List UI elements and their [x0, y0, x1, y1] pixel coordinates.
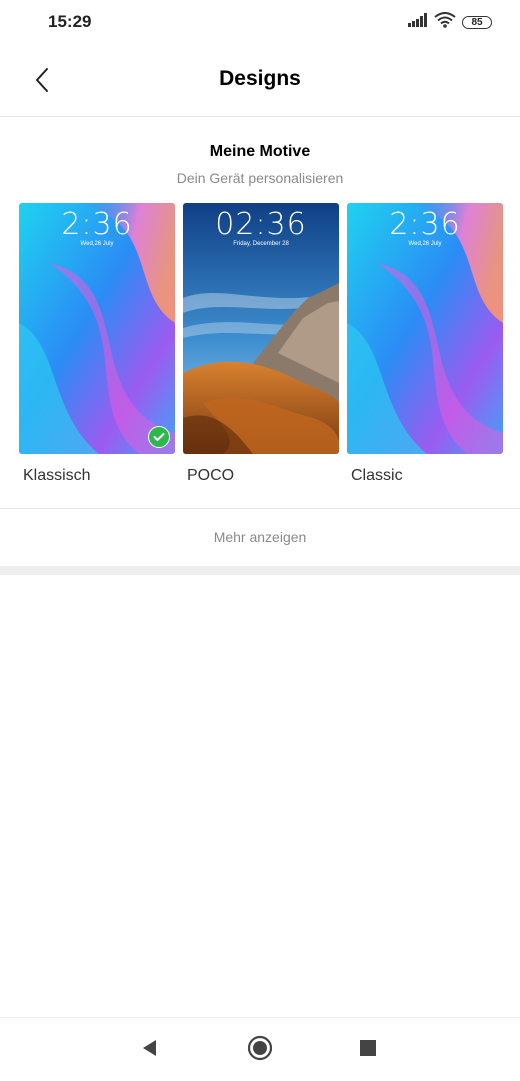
theme-thumbnail: 2:36 Wed,26 July [347, 203, 503, 454]
status-time: 15:29 [48, 12, 92, 31]
nav-home-button[interactable] [244, 1034, 276, 1066]
app-header: Designs [0, 44, 520, 117]
section-subtitle: Dein Gerät personalisieren [176, 170, 344, 186]
theme-list: 2:36 Wed,26 July Klassisch 02:36 Friday,… [19, 203, 503, 493]
status-icons: 85 [408, 11, 492, 33]
theme-card-klassisch[interactable]: 2:36 Wed,26 July Klassisch [19, 203, 175, 484]
square-recents-icon [360, 1039, 376, 1061]
page-title: Designs [219, 67, 301, 90]
theme-card-classic[interactable]: 2:36 Wed,26 July Classic [347, 203, 503, 484]
theme-label: Klassisch [23, 467, 91, 484]
wifi-icon [434, 11, 456, 33]
theme-label: POCO [187, 467, 235, 484]
triangle-back-icon [141, 1039, 159, 1062]
navigation-bar [0, 1017, 520, 1081]
battery-icon: 85 [462, 15, 492, 29]
signal-icon [408, 12, 428, 32]
section-title: Meine Motive [209, 143, 311, 160]
status-bar: 15:29 85 [0, 0, 520, 44]
lock-time-preview: 02:36 [215, 207, 307, 242]
selected-check-icon [148, 426, 170, 448]
show-more-button[interactable]: Mehr anzeigen [0, 509, 520, 565]
lock-time-preview: 2:36 [389, 207, 461, 242]
section-separator [0, 566, 520, 575]
theme-label: Classic [351, 467, 403, 484]
theme-thumbnail: 2:36 Wed,26 July [19, 203, 175, 454]
theme-card-poco[interactable]: 02:36 Friday, December 28 POCO [183, 203, 339, 484]
lock-date-preview: Wed,26 July [408, 241, 442, 247]
nav-back-button[interactable] [134, 1034, 166, 1066]
circle-home-icon [247, 1035, 273, 1066]
lock-date-preview: Friday, December 28 [233, 241, 289, 247]
lock-time-preview: 2:36 [61, 207, 133, 242]
nav-recents-button[interactable] [352, 1034, 384, 1066]
lock-date-preview: Wed,26 July [80, 241, 114, 247]
theme-thumbnail: 02:36 Friday, December 28 [183, 203, 339, 454]
